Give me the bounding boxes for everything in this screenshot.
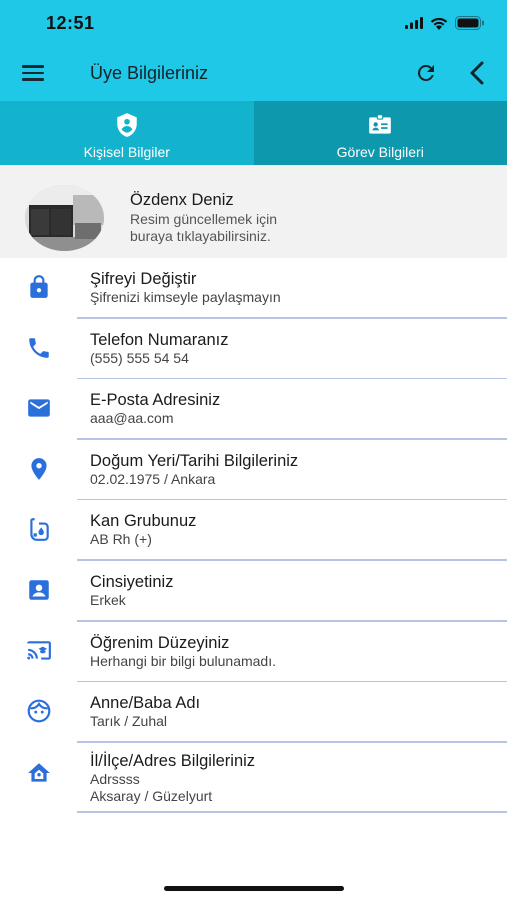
- list-item-email[interactable]: E-Posta Adresiniz aaa@aa.com: [0, 379, 507, 440]
- phone-icon: [29, 337, 49, 358]
- tab-label: Kişisel Bilgiler: [83, 144, 170, 160]
- profile-header[interactable]: Özdenx Deniz Resim güncellemek için bura…: [0, 165, 507, 258]
- item-subtitle: 02.02.1975 / Ankara: [90, 470, 216, 487]
- back-chevron-icon[interactable]: [464, 59, 490, 87]
- blood-bag-icon: [30, 518, 49, 542]
- app-bar: Üye Bilgileriniz: [0, 46, 507, 101]
- tab-duty-info[interactable]: Görev Bilgileri: [253, 101, 507, 165]
- divider: [77, 811, 507, 813]
- list-item-phone[interactable]: Telefon Numaranız (555) 555 54 54: [0, 319, 507, 380]
- item-title: Anne/Baba Adı: [90, 694, 201, 713]
- list-item-education[interactable]: Öğrenim Düzeyiniz Herhangi bir bilgi bul…: [0, 622, 507, 683]
- item-title: E-Posta Adresiniz: [90, 391, 221, 410]
- tab-bar: Kişisel Bilgiler Görev Bilgileri: [0, 101, 507, 165]
- status-bar: 12:51: [0, 0, 507, 46]
- signal-icon: [405, 17, 423, 29]
- list-item-parent-names[interactable]: Anne/Baba Adı Tarık / Zuhal: [0, 682, 507, 743]
- home-icon: [28, 763, 50, 782]
- item-subtitle: Aksaray / Güzelyurt: [90, 787, 213, 804]
- list-item-address[interactable]: İl/İlçe/Adres Bilgileriniz Adrssss Aksar…: [0, 743, 507, 813]
- shield-person-icon: [117, 113, 137, 137]
- lock-icon: [30, 275, 48, 298]
- item-subtitle: Erkek: [90, 591, 126, 608]
- location-pin-icon: [31, 457, 47, 480]
- item-title: Telefon Numaranız: [90, 330, 229, 349]
- badge-card-icon: [369, 114, 392, 134]
- item-subtitle: AB Rh (+): [90, 531, 152, 548]
- profile-name: Özdenx Deniz: [130, 191, 234, 209]
- profile-hint: Resim güncellemek için buraya tıklayabil…: [130, 211, 278, 244]
- item-subtitle: Tarık / Zuhal: [90, 713, 168, 730]
- item-subtitle: (555) 555 54 54: [90, 349, 189, 366]
- tab-label: Görev Bilgileri: [336, 144, 424, 160]
- list-item-birth-info[interactable]: Doğum Yeri/Tarihi Bilgileriniz 02.02.197…: [0, 440, 507, 501]
- item-title: Kan Grubunuz: [90, 512, 197, 531]
- item-title: İl/İlçe/Adres Bilgileriniz: [90, 751, 256, 770]
- item-title: Şifreyi Değiştir: [90, 270, 197, 288]
- status-icons: [405, 14, 485, 32]
- item-subtitle: Şifrenizi kimseyle paylaşmayın: [90, 289, 281, 305]
- item-title: Öğrenim Düzeyiniz: [90, 633, 230, 652]
- mail-icon: [28, 399, 50, 417]
- menu-button[interactable]: [22, 61, 48, 85]
- home-indicator: [164, 886, 344, 891]
- tab-personal-info[interactable]: Kişisel Bilgiler: [0, 101, 254, 165]
- item-title: Cinsiyetiniz: [90, 572, 174, 591]
- battery-icon: [455, 16, 484, 30]
- item-subtitle: Herhangi bir bilgi bulunamadı.: [90, 652, 276, 669]
- list-item-gender[interactable]: Cinsiyetiniz Erkek: [0, 561, 507, 622]
- item-subtitle: Adrssss: [90, 770, 140, 787]
- item-title: Doğum Yeri/Tarihi Bilgileriniz: [90, 451, 299, 470]
- item-subtitle: aaa@aa.com: [90, 410, 174, 427]
- list-item-change-password[interactable]: Şifreyi Değiştir Şifrenizi kimseyle payl…: [0, 258, 507, 319]
- refresh-icon[interactable]: [414, 61, 438, 85]
- contact-card-icon: [29, 580, 49, 600]
- info-list: Şifreyi Değiştir Şifrenizi kimseyle payl…: [0, 258, 507, 813]
- menu-icon: [22, 65, 44, 68]
- face-icon: [27, 699, 51, 723]
- status-time: 12:51: [46, 13, 95, 33]
- avatar-photo: [25, 185, 104, 251]
- education-screen-icon: [27, 640, 51, 660]
- page-title: Üye Bilgileriniz: [90, 63, 209, 83]
- avatar[interactable]: [25, 185, 104, 251]
- list-item-blood-type[interactable]: Kan Grubunuz AB Rh (+): [0, 500, 507, 561]
- wifi-icon: [430, 17, 448, 30]
